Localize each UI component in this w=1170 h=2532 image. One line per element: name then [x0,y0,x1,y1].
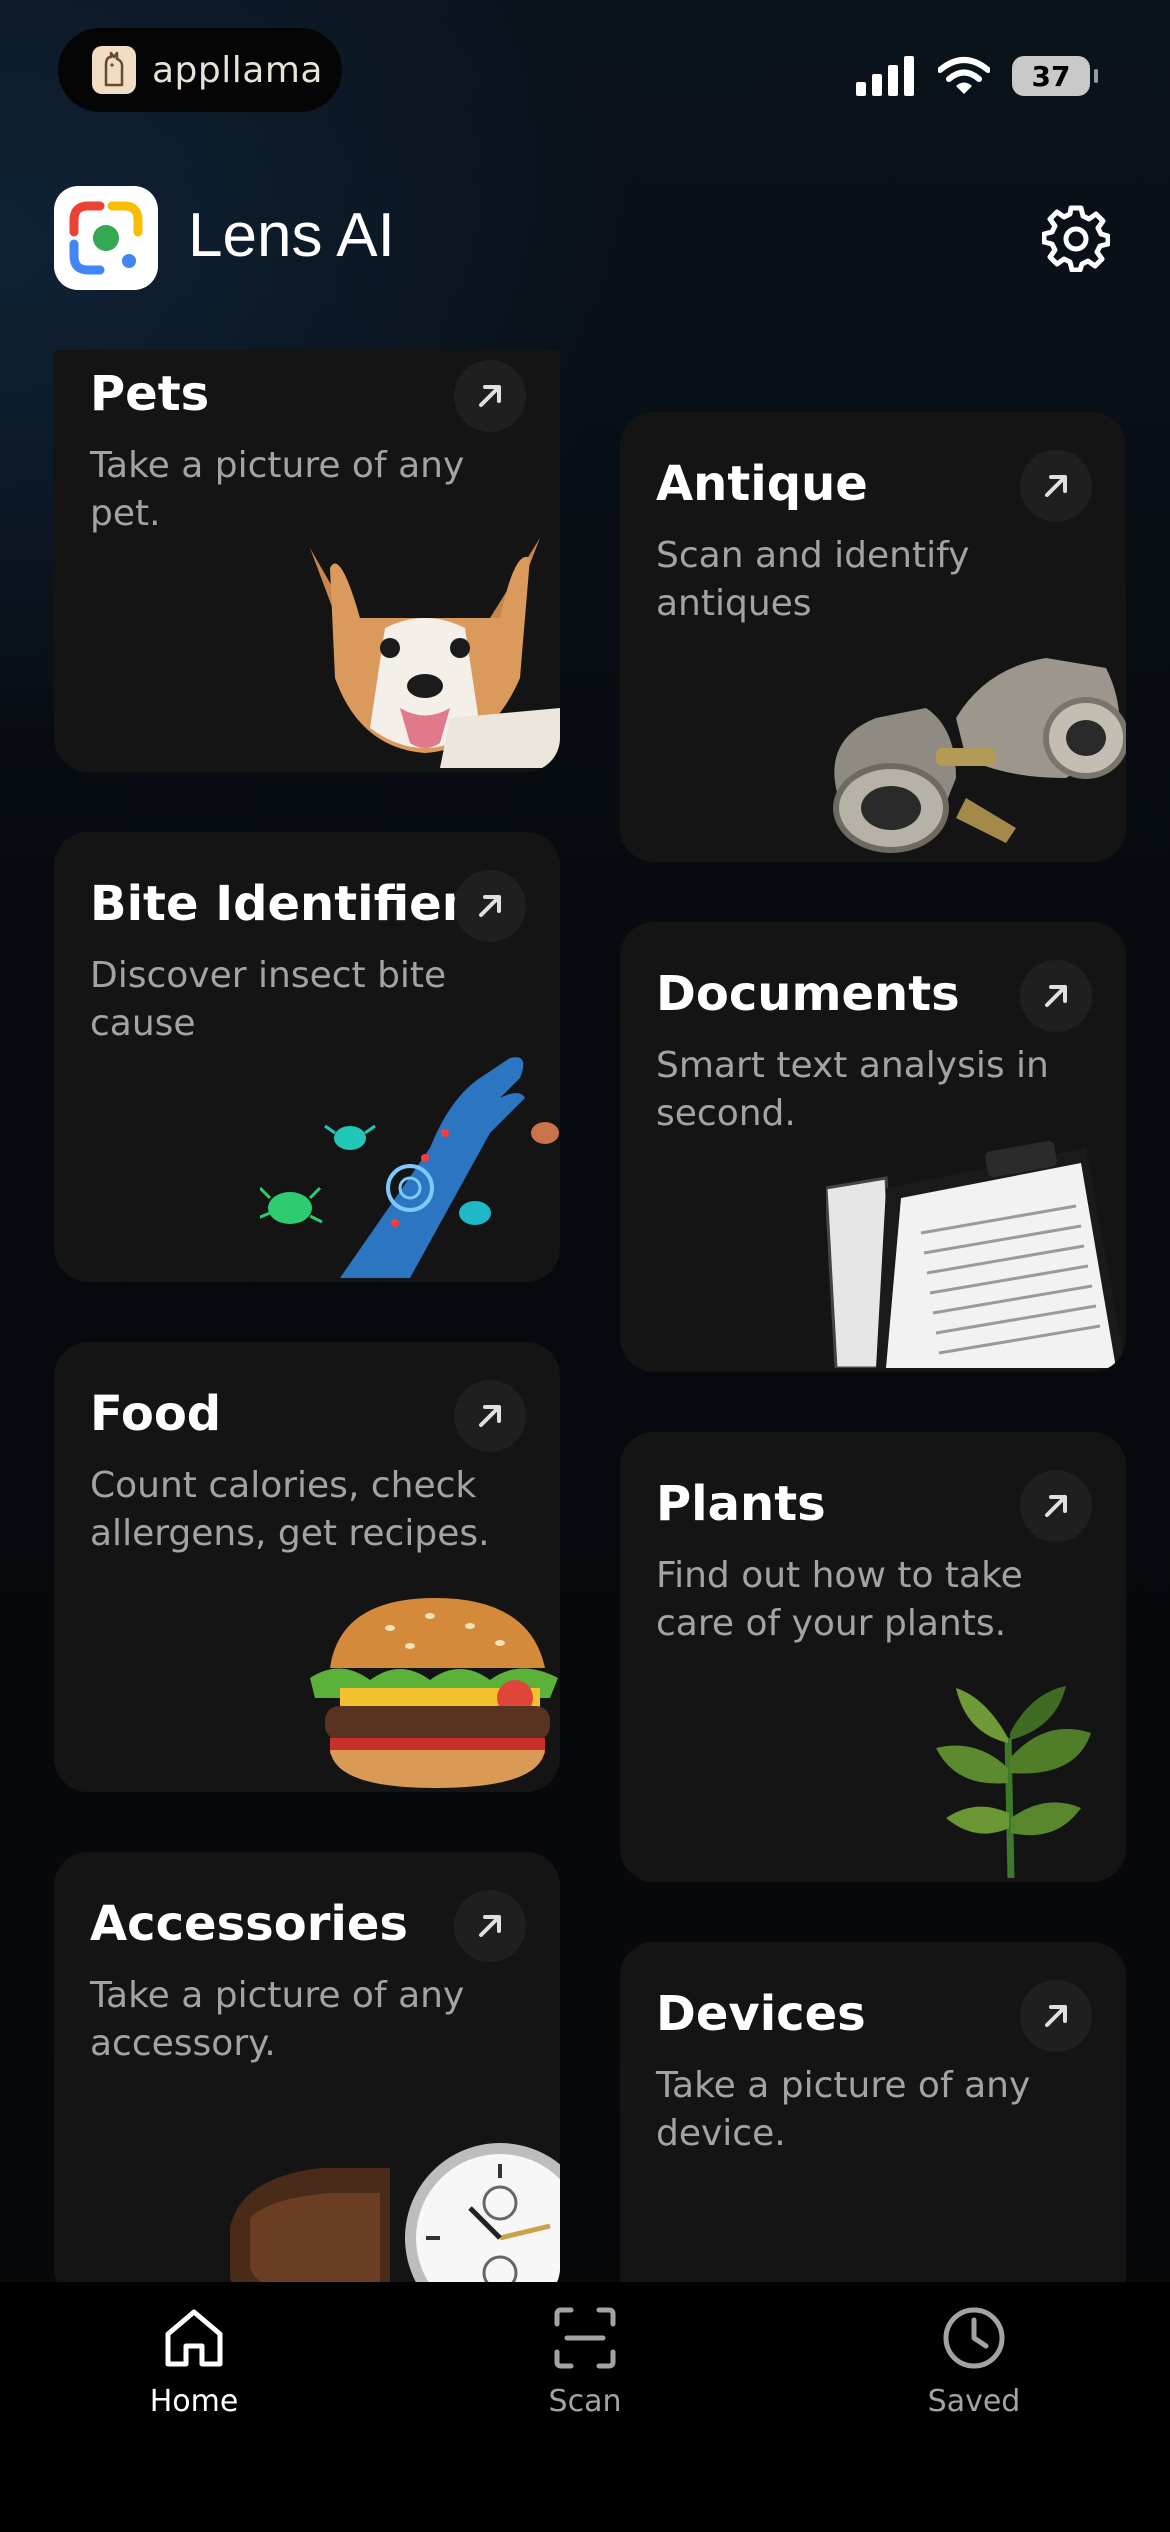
insect-bite-illustration [257,1038,560,1282]
card-description: Take a picture of any device. [656,2065,1031,2154]
card-title: Bite Identifier [90,876,466,932]
card-bite-identifier[interactable]: Bite Identifier Discover insect bite cau… [54,832,560,1282]
arrow-up-right-icon [1020,450,1092,522]
arrow-up-right-icon [1020,960,1092,1032]
category-grid[interactable]: Pets Take a picture of any pet. Antique … [0,350,1170,2282]
settings-button[interactable] [1038,200,1114,276]
card-title: Devices [656,1986,866,2042]
arrow-up-right-icon [1020,1980,1092,2052]
burger-illustration [300,1588,560,1792]
card-documents[interactable]: Documents Smart text analysis in second. [620,922,1126,1372]
clock-icon [943,2307,1005,2369]
card-food[interactable]: Food Count calories, check allergens, ge… [54,1342,560,1792]
card-title: Plants [656,1476,826,1532]
lens-ai-logo-icon [54,186,158,290]
gear-icon [1042,205,1110,272]
arrow-up-right-icon [454,1890,526,1962]
app-title: Lens AI [188,200,395,271]
card-pets[interactable]: Pets Take a picture of any pet. [54,350,560,772]
tab-label: Scan [548,2384,622,2419]
app-title-main: Lens [188,201,323,270]
tab-label: Saved [927,2384,1021,2419]
card-description: Take a picture of any accessory. [90,1975,465,2064]
card-title: Documents [656,966,960,1022]
brand-badge: appllama [58,28,342,112]
card-plants[interactable]: Plants Find out how to take care of your… [620,1432,1126,1882]
binoculars-illustration [816,628,1126,862]
tab-scan[interactable]: Scan [485,2304,685,2454]
dog-illustration [290,508,560,772]
card-title: Food [90,1386,222,1442]
tab-home[interactable]: Home [94,2304,294,2454]
card-title: Antique [656,456,868,512]
arrow-up-right-icon [454,870,526,942]
card-description: Discover insect bite cause [90,955,447,1044]
card-title: Accessories [90,1896,408,1952]
watch-illustration [230,2108,560,2282]
brand-name: appllama [152,49,323,91]
status-indicators: 37 [856,50,1098,102]
arrow-up-right-icon [454,1380,526,1452]
battery-indicator: 37 [1012,56,1098,96]
wifi-icon [938,57,990,94]
app-title-suffix: AI [336,201,395,270]
clipboard-document-illustration [824,1118,1126,1372]
card-accessories[interactable]: Accessories Take a picture of any access… [54,1852,560,2282]
card-description: Count calories, check allergens, get rec… [90,1465,490,1554]
battery-level: 37 [1031,59,1071,93]
arrow-up-right-icon [454,360,526,432]
card-title: Pets [90,366,210,422]
tab-label: Home [149,2384,239,2419]
tab-saved[interactable]: Saved [874,2304,1074,2454]
card-description: Scan and identify antiques [656,535,970,624]
home-icon [165,2309,223,2367]
card-antique[interactable]: Antique Scan and identify antiques [620,412,1126,862]
cellular-signal-icon [856,56,914,96]
card-description: Find out how to take care of your plants… [656,1555,1023,1644]
scan-icon [554,2307,616,2369]
llama-logo-icon [92,46,136,94]
card-devices[interactable]: Devices Take a picture of any device. [620,1942,1126,2282]
arrow-up-right-icon [1020,1470,1092,1542]
bottom-tab-bar: Home Scan Saved [0,2282,1170,2532]
plant-illustration [916,1678,1106,1882]
home-screen: appllama 37 Lens AI Pets Take a picture … [0,0,1170,2532]
